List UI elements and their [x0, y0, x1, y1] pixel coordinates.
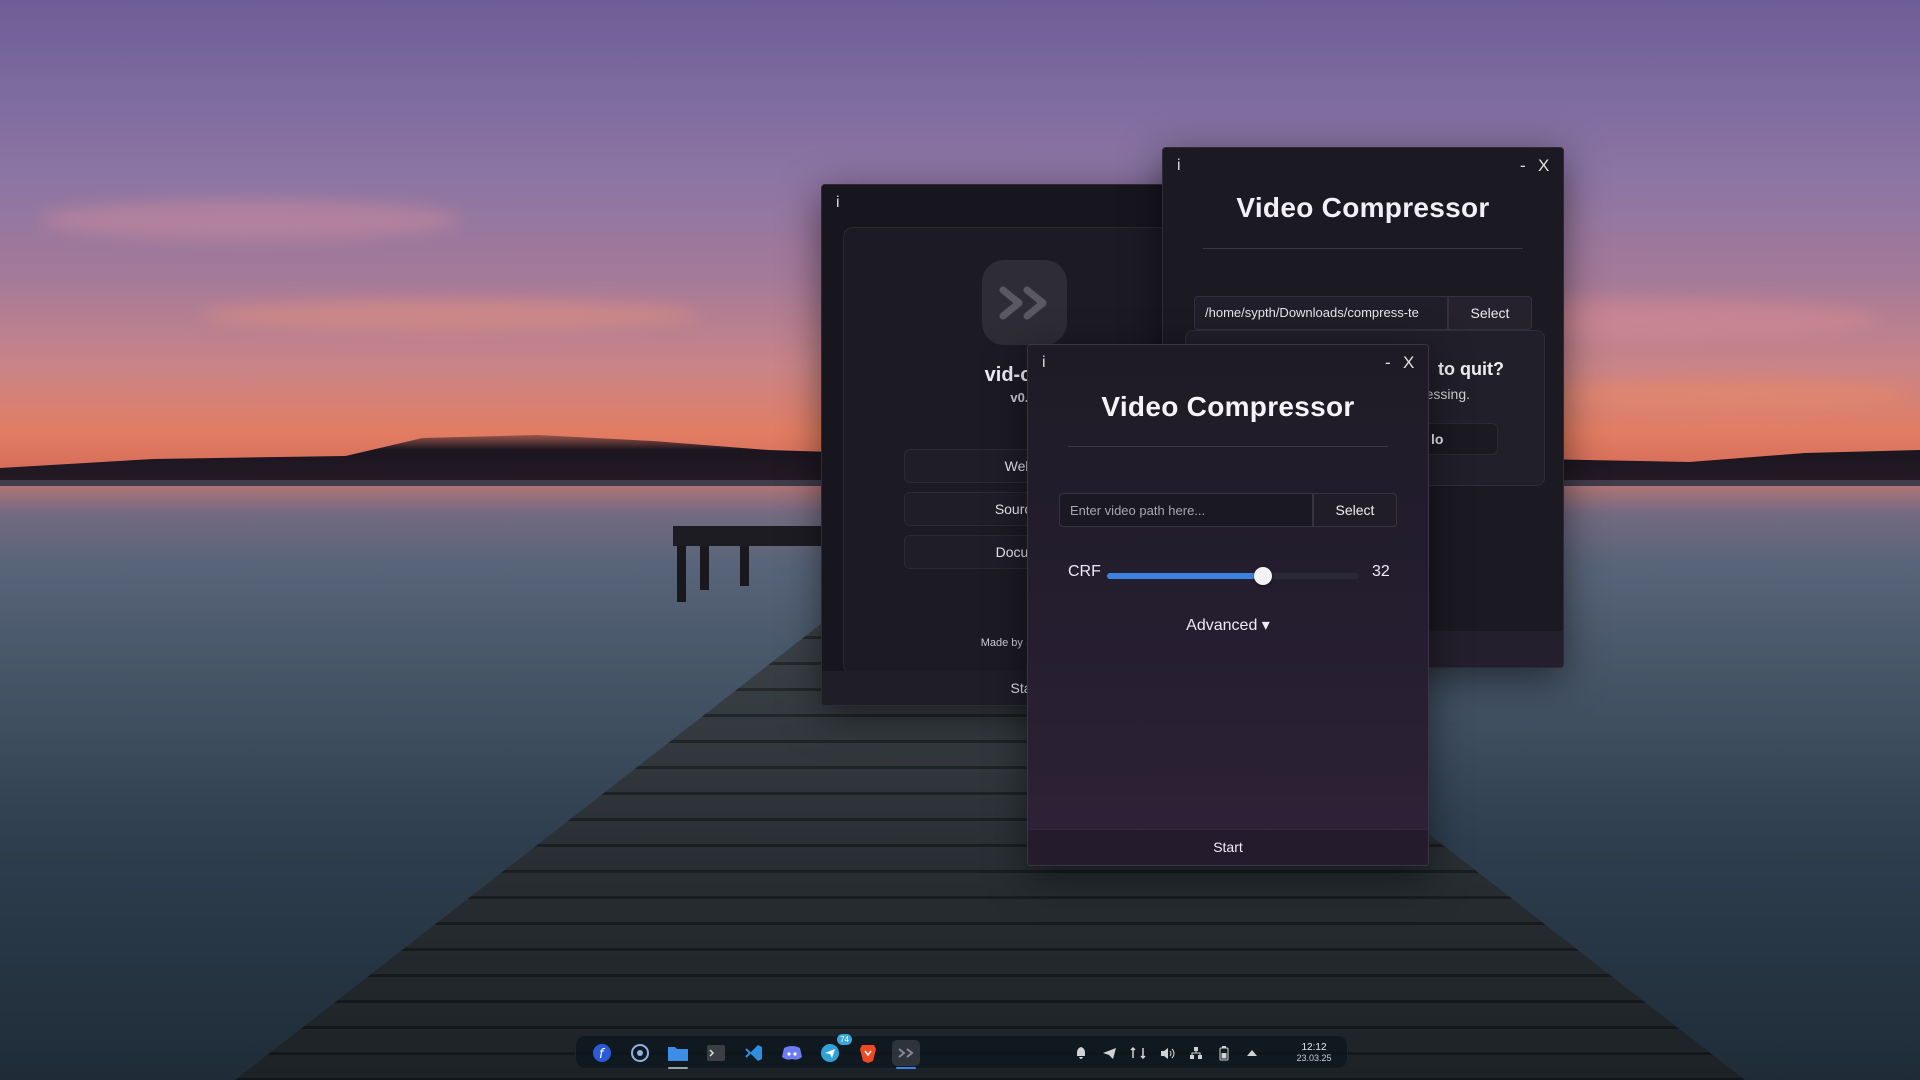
notification-icon[interactable] [1072, 1044, 1090, 1062]
wallpaper-pier-leg [700, 546, 709, 590]
wallpaper-pier-leg [740, 546, 749, 586]
window-title: Video Compressor [1236, 192, 1490, 223]
info-button[interactable]: i [1177, 157, 1181, 175]
quit-dialog-title: to quit? [1438, 359, 1504, 379]
fedora-icon[interactable]: f [588, 1040, 616, 1066]
info-button[interactable]: i [1042, 354, 1046, 372]
crf-slider-fill [1107, 573, 1264, 579]
title-divider [1203, 248, 1523, 249]
select-file-button[interactable]: Select [1313, 493, 1397, 527]
clock-time: 12:12 [1301, 1042, 1327, 1053]
crf-value: 32 [1372, 563, 1390, 580]
battery-icon[interactable] [1215, 1044, 1233, 1062]
wallpaper-pier-leg [677, 546, 686, 602]
network-icon[interactable] [1187, 1044, 1205, 1062]
telegram-unread-badge: 74 [837, 1034, 852, 1045]
vid-compressor-icon[interactable] [892, 1040, 920, 1069]
app-logo-icon [982, 260, 1067, 345]
taskbar: f 74 12:12 23.03.25 [575, 1034, 1348, 1069]
video-path-input[interactable]: /home/sypth/Downloads/compress-te [1194, 296, 1448, 330]
close-button[interactable]: X [1538, 156, 1549, 176]
browser-icon[interactable] [626, 1040, 654, 1066]
quit-dialog-subtitle: essing. [1425, 386, 1470, 402]
advanced-toggle[interactable]: Advanced ▾ [1028, 615, 1428, 635]
taskbar-clock[interactable]: 12:12 23.03.25 [1289, 1042, 1339, 1064]
network-speed-icon[interactable] [1129, 1044, 1147, 1062]
telegram-icon[interactable]: 74 [816, 1034, 852, 1066]
active-app-indicator [896, 1067, 916, 1069]
wallpaper-small-pier [673, 526, 823, 546]
close-button[interactable]: X [1403, 353, 1414, 373]
discord-icon[interactable] [778, 1040, 806, 1066]
minimize-button[interactable]: - [1520, 156, 1526, 176]
active-app-indicator [668, 1067, 688, 1069]
clock-date: 23.03.25 [1296, 1053, 1332, 1063]
back-titlebar[interactable]: i - X [1163, 148, 1563, 184]
title-divider [1068, 446, 1388, 447]
window-title: Video Compressor [1101, 391, 1355, 422]
crf-slider-track[interactable] [1107, 573, 1359, 579]
wallpaper-cloud [200, 300, 700, 330]
front-titlebar[interactable]: i - X [1028, 345, 1428, 381]
minimize-button[interactable]: - [1385, 353, 1391, 373]
video-path-input[interactable] [1059, 493, 1313, 527]
select-file-button[interactable]: Select [1448, 296, 1532, 330]
crf-slider-thumb[interactable] [1254, 567, 1273, 585]
wallpaper-cloud [1550, 380, 1910, 410]
telegram-tray-icon[interactable] [1100, 1044, 1118, 1062]
vscode-icon[interactable] [740, 1040, 768, 1066]
wallpaper-cloud [40, 200, 460, 240]
crf-label: CRF [1068, 563, 1101, 580]
tray-expand-icon[interactable] [1243, 1044, 1261, 1062]
terminal-icon[interactable] [702, 1040, 730, 1066]
start-button[interactable]: Start [1028, 829, 1428, 865]
volume-icon[interactable] [1158, 1044, 1176, 1062]
files-icon[interactable] [664, 1040, 692, 1069]
front-compressor-window: i - X Video Compressor Select CRF 32 Adv… [1027, 344, 1429, 866]
about-titlebar[interactable]: i [822, 185, 1220, 221]
info-button[interactable]: i [836, 194, 840, 212]
brave-icon[interactable] [854, 1040, 882, 1066]
